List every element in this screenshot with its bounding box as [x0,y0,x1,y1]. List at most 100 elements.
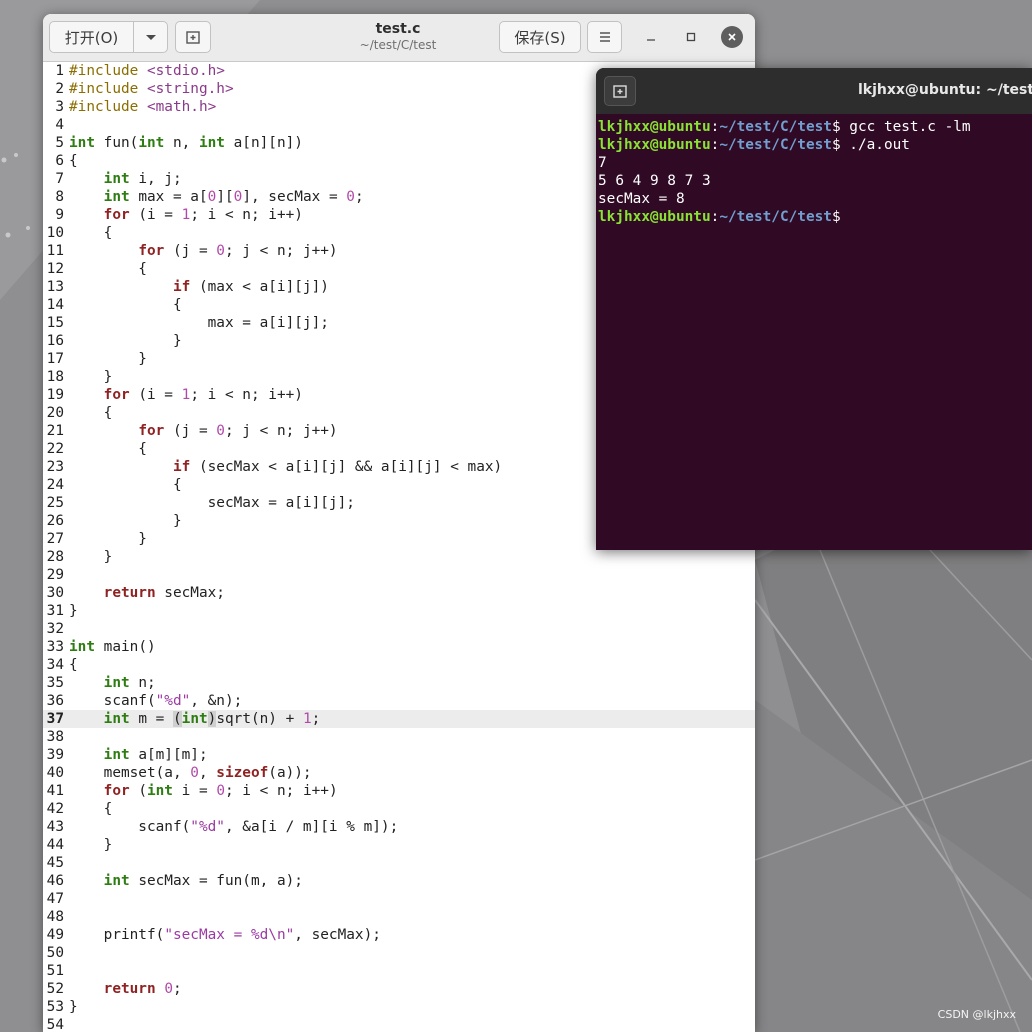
code-token: secMax; [155,585,225,601]
line-number: 30 [46,585,64,601]
code-token: max = a[ [129,189,208,205]
code-token: for [103,783,130,799]
code-token: fun( [95,135,139,151]
code-line[interactable]: 45 [43,854,755,872]
close-button[interactable] [721,26,743,48]
output-text: 5 6 4 9 8 7 3 [598,173,711,189]
terminal-new-tab-button[interactable] [604,76,636,106]
code-line[interactable]: 54 [43,1016,755,1032]
code-text: } [69,836,113,854]
code-text: { [69,152,78,170]
prompt-path: ~/test/C/test [719,209,832,225]
line-number: 45 [46,855,64,871]
code-token: secMax = fun(m, a); [129,873,303,889]
code-token: n, [164,135,199,151]
code-text: memset(a, 0, sizeof(a)); [69,764,312,782]
code-line[interactable]: 49 printf("secMax = %d\n", secMax); [43,926,755,944]
code-line[interactable]: 34 { [43,656,755,674]
code-text: { [69,224,113,242]
line-number: 4 [55,117,64,133]
code-line[interactable]: 28 } [43,548,755,566]
code-line[interactable]: 33 int main() [43,638,755,656]
minimize-icon [647,39,655,41]
code-token: ; j < n; j++) [224,423,338,439]
code-token: int [69,639,95,655]
code-line[interactable]: 38 [43,728,755,746]
code-line[interactable]: 31} [43,602,755,620]
code-text: for (j = 0; j < n; j++) [69,422,338,440]
line-number: 46 [46,873,64,889]
code-line[interactable]: 52 return 0; [43,980,755,998]
code-token: int [103,171,130,187]
code-line[interactable]: 46 int secMax = fun(m, a); [43,872,755,890]
code-token: i, j; [129,171,182,187]
prompt-symbol: $ [831,137,841,153]
code-line[interactable]: 29 [43,566,755,584]
line-number: 8 [55,189,64,205]
code-text: int max = a[0][0], secMax = 0; [69,188,364,206]
line-number: 20 [46,405,64,421]
save-button[interactable]: 保存(S) [499,21,581,53]
code-text: } [69,512,182,530]
code-token: printf( [69,927,165,943]
code-token: for [103,207,130,223]
code-line[interactable]: 36 scanf("%d", &n); [43,692,755,710]
code-line[interactable]: 42 { [43,800,755,818]
code-token: 0 [164,981,173,997]
code-token: { [69,297,182,313]
code-line[interactable]: 43 scanf("%d", &a[i / m][i % m]); [43,818,755,836]
open-button[interactable]: 打开(O) [49,21,134,53]
code-line[interactable]: 44 } [43,836,755,854]
code-text: scanf("%d", &n); [69,692,243,710]
code-line[interactable]: 51 [43,962,755,980]
line-number: 29 [46,567,64,583]
hamburger-menu-icon [599,32,610,42]
new-tab-button[interactable] [175,21,211,53]
code-token: { [69,477,182,493]
code-line[interactable]: 53} [43,998,755,1016]
code-text: max = a[i][j]; [69,314,329,332]
minimize-button[interactable] [640,26,662,48]
code-line[interactable]: 35 int n; [43,674,755,692]
terminal-headerbar: lkjhxx@ubuntu: ~/test/C/test [596,68,1032,114]
code-line[interactable]: 50 [43,944,755,962]
terminal-output[interactable]: lkjhxx@ubuntu:~/test/C/test$ gcc test.c … [598,118,1032,226]
code-line[interactable]: 32 [43,620,755,638]
code-token: int [103,189,130,205]
code-line[interactable]: 47 [43,890,755,908]
open-recent-dropdown-button[interactable] [133,21,168,53]
code-token: int [69,135,95,151]
code-token: ; [172,981,182,997]
code-line[interactable]: 37 int m = (int)sqrt(n) + 1; [43,710,755,728]
code-token: memset(a, [69,765,191,781]
terminal-line: secMax = 8 [598,190,1032,208]
code-text: } [69,530,147,548]
line-number: 35 [46,675,64,691]
maximize-button[interactable] [680,26,702,48]
code-line[interactable]: 39 int a[m][m]; [43,746,755,764]
code-token: int [103,873,130,889]
output-text: secMax = 8 [598,191,685,207]
menu-button[interactable] [587,21,622,53]
line-number: 22 [46,441,64,457]
code-line[interactable]: 48 [43,908,755,926]
code-line[interactable]: 30 return secMax; [43,584,755,602]
code-token: int [103,675,130,691]
code-text: int fun(int n, int a[n][n]) [69,134,303,152]
code-token: int [146,783,173,799]
line-number: 2 [55,81,64,97]
code-line[interactable]: 41 for (int i = 0; i < n; i++) [43,782,755,800]
code-token: for [103,387,130,403]
code-line[interactable]: 40 memset(a, 0, sizeof(a)); [43,764,755,782]
code-token: } [69,513,182,529]
line-number: 52 [46,981,64,997]
code-text: for (i = 1; i < n; i++) [69,386,303,404]
line-number: 36 [46,693,64,709]
line-number: 10 [46,225,64,241]
code-token: m = [129,711,173,727]
code-token: (max < a[i][j]) [190,279,329,295]
